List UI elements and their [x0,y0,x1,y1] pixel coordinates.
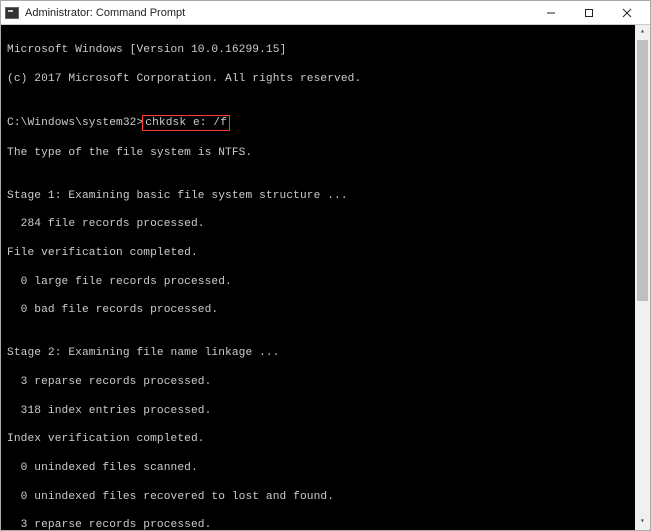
output-line: (c) 2017 Microsoft Corporation. All righ… [7,72,644,86]
minimize-button[interactable] [532,1,570,24]
output-line: 0 unindexed files scanned. [7,461,644,475]
output-line: Stage 2: Examining file name linkage ... [7,346,644,360]
command-highlight: chkdsk e: /f [142,115,230,131]
output-line: 0 unindexed files recovered to lost and … [7,490,644,504]
output-line: 318 index entries processed. [7,404,644,418]
output-line: 3 reparse records processed. [7,375,644,389]
close-icon [622,8,632,18]
terminal-output[interactable]: Microsoft Windows [Version 10.0.16299.15… [1,25,650,530]
scrollbar[interactable]: ▴ ▾ [635,25,650,530]
minimize-icon [546,8,556,18]
output-line: 0 large file records processed. [7,275,644,289]
scroll-down-button[interactable]: ▾ [635,515,650,530]
output-line: Stage 1: Examining basic file system str… [7,189,644,203]
maximize-icon [584,8,594,18]
window-controls [532,1,646,24]
prompt-line: C:\Windows\system32>chkdsk e: /f [7,115,644,131]
output-line: 3 reparse records processed. [7,518,644,530]
close-button[interactable] [608,1,646,24]
prompt-prefix: C:\Windows\system32> [7,117,143,129]
window-title: Administrator: Command Prompt [25,7,532,19]
output-line: Microsoft Windows [Version 10.0.16299.15… [7,43,644,57]
scrollbar-track[interactable] [635,40,650,515]
scroll-up-button[interactable]: ▴ [635,25,650,40]
chevron-down-icon: ▾ [640,517,645,527]
output-line: The type of the file system is NTFS. [7,146,644,160]
output-line: Index verification completed. [7,432,644,446]
output-line: 284 file records processed. [7,217,644,231]
maximize-button[interactable] [570,1,608,24]
cmd-icon [5,7,19,19]
output-line: 0 bad file records processed. [7,303,644,317]
chevron-up-icon: ▴ [640,27,645,37]
command-prompt-window: Administrator: Command Prompt Microsoft … [0,0,651,531]
scrollbar-thumb[interactable] [637,40,648,301]
titlebar[interactable]: Administrator: Command Prompt [1,1,650,25]
output-line: File verification completed. [7,246,644,260]
